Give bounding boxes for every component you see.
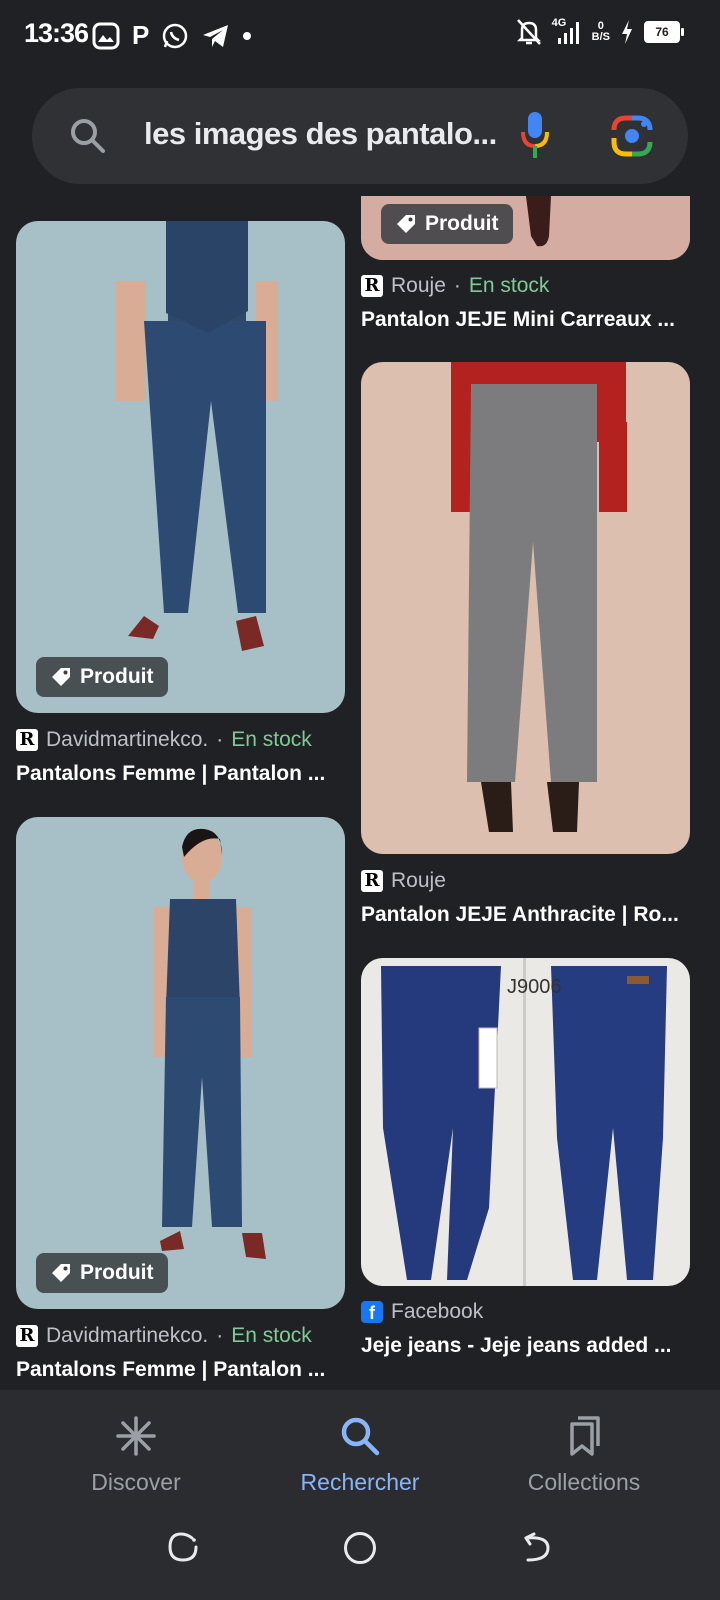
bottom-navigation: Discover Rechercher Collections — [0, 1390, 720, 1600]
whatsapp-icon — [163, 23, 188, 48]
p-icon: P — [132, 20, 150, 50]
notification-icons: P — [92, 20, 252, 51]
search-icon[interactable] — [68, 116, 108, 156]
result-image[interactable]: J9006 — [361, 958, 690, 1286]
microphone-icon[interactable] — [520, 110, 550, 162]
home-icon[interactable] — [342, 1530, 378, 1566]
product-badge: Produit — [36, 1253, 168, 1293]
clock: 13:36 — [24, 18, 89, 48]
rouje-logo-icon: R — [361, 870, 383, 892]
data-speed: 0 B/S — [591, 20, 610, 43]
result-source[interactable]: R Rouje · En stock — [361, 274, 549, 298]
product-badge: Produit — [36, 657, 168, 697]
mute-icon — [516, 19, 541, 45]
result-title[interactable]: Jeje jeans - Jeje jeans added ... — [361, 1334, 681, 1358]
grey-pants-image — [361, 362, 690, 854]
result-title[interactable]: Pantalons Femme | Pantalon ... — [16, 1358, 341, 1382]
result-image[interactable]: Produit — [16, 817, 345, 1309]
result-title[interactable]: Pantalon JEJE Mini Carreaux ... — [361, 308, 681, 332]
facebook-icon: f — [361, 1301, 383, 1323]
google-lens-icon[interactable] — [610, 114, 654, 158]
tag-icon — [397, 215, 415, 233]
image-results-grid: Produit R Rouje · En stock Pantalon JEJE… — [0, 196, 720, 1390]
tag-icon — [52, 668, 70, 686]
result-source[interactable]: f Facebook — [361, 1300, 483, 1324]
signal-icon: 4G — [552, 18, 582, 46]
result-image[interactable] — [361, 362, 690, 854]
bookmarks-icon — [570, 1416, 600, 1456]
back-icon[interactable] — [520, 1530, 554, 1564]
search-icon — [341, 1417, 380, 1456]
davidmartinekco-logo-icon: R — [16, 1325, 38, 1347]
product-badge: Produit — [381, 204, 513, 244]
result-image[interactable]: Produit — [16, 221, 345, 713]
gallery-icon — [92, 22, 120, 49]
navy-pants-image — [16, 221, 345, 713]
dot-icon — [243, 31, 252, 40]
rouje-logo-icon: R — [361, 275, 383, 297]
result-title[interactable]: Pantalon JEJE Anthracite | Ro... — [361, 903, 681, 927]
search-query[interactable]: les images des pantalo... — [144, 116, 504, 152]
asterisk-icon — [116, 1416, 156, 1456]
charging-icon — [622, 20, 632, 44]
result-image[interactable]: Produit — [361, 196, 690, 260]
nav-rechercher[interactable]: Rechercher — [260, 1414, 460, 1496]
status-bar: 13:36 P 4G 0 B/S 76 — [0, 0, 720, 72]
system-icons: 4G 0 B/S 76 — [516, 18, 684, 46]
nav-collections[interactable]: Collections — [484, 1414, 684, 1496]
result-source[interactable]: R Davidmartinekco. · En stock — [16, 728, 312, 752]
result-source[interactable]: R Rouje — [361, 869, 446, 893]
navy-outfit-image — [16, 817, 345, 1309]
tag-icon — [52, 1264, 70, 1282]
result-title[interactable]: Pantalons Femme | Pantalon ... — [16, 762, 341, 786]
result-source[interactable]: R Davidmartinekco. · En stock — [16, 1324, 312, 1348]
search-bar[interactable]: les images des pantalo... — [32, 88, 688, 184]
recent-apps-icon[interactable] — [166, 1530, 200, 1564]
jeans-image — [361, 958, 690, 1286]
davidmartinekco-logo-icon: R — [16, 729, 38, 751]
telegram-icon — [203, 24, 229, 47]
nav-discover[interactable]: Discover — [36, 1414, 236, 1496]
image-label: J9006 — [507, 976, 562, 998]
battery-icon: 76 — [644, 21, 684, 43]
